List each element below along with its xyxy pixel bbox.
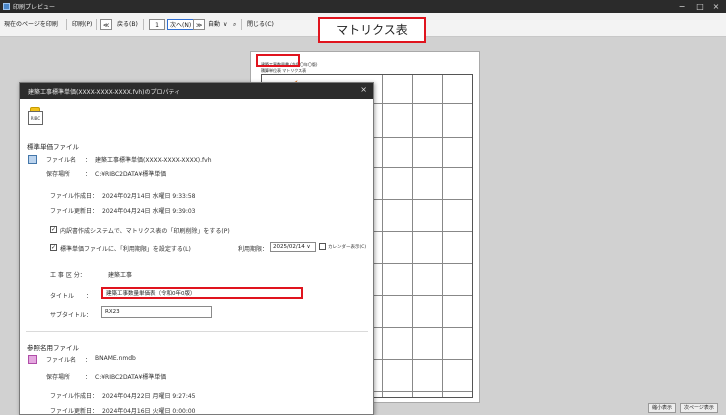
section-divider <box>26 331 368 332</box>
ref-created-value: 2024年04月22日 月曜日 9:27:45 <box>102 393 196 400</box>
updated-value: 2024年04月24日 水曜日 9:39:03 <box>102 208 196 215</box>
table-rule <box>442 75 443 397</box>
location-label: 保存場所 <box>46 171 71 178</box>
ref-created-label: ファイル作成日： <box>50 393 99 400</box>
expiry-date-select[interactable]: 2025/02/14 ∨ <box>270 242 316 252</box>
expiry-date-value: 2025/02/14 <box>273 244 305 250</box>
ref-file-section-title: 参照名用ファイル <box>27 344 79 352</box>
ref-file-name-label: ファイル名 <box>46 357 77 364</box>
calendar-checkbox[interactable] <box>319 243 326 250</box>
zoom-select[interactable]: 自動 <box>206 19 222 30</box>
toolbar-separator <box>143 19 144 30</box>
expiry-label: 利用期限： <box>238 246 269 253</box>
ref-file-icon <box>28 355 37 364</box>
chevron-down-icon[interactable]: ∨ <box>221 19 229 30</box>
calendar-label: カレンダー表示(C) <box>328 245 367 250</box>
title-label: タイトル <box>50 293 75 300</box>
toolbar-separator <box>66 19 67 30</box>
print-delete-label: 内訳書作成システムで、マトリクス表の「印刷削除」をする(P) <box>60 228 230 235</box>
minimize-button[interactable]: − <box>672 0 692 13</box>
ref-location-value: C:¥RIBC2DATA¥標準単価 <box>95 374 167 381</box>
header-highlight <box>256 54 300 67</box>
title-input[interactable]: 建築工事数量単価表（令和0年0版） <box>101 287 303 299</box>
app-icon <box>3 3 10 10</box>
toolbar-separator <box>96 19 97 30</box>
search-icon[interactable]: ⌕ <box>231 19 238 30</box>
created-label: ファイル作成日： <box>50 193 99 200</box>
std-file-section-title: 標準単価ファイル <box>27 143 79 151</box>
properties-dialog: 建築工事標準単価(XXXX-XXXX-XXXX.fvh)のプロパティ × RIB… <box>19 82 374 415</box>
ribc-file-icon: RIBC <box>28 107 44 125</box>
ref-file-name-value: BNAME.nmdb <box>95 355 136 362</box>
expiry-check-label: 標準単価ファイルに、「利用期限」を設定する(L) <box>60 246 191 253</box>
std-file-icon <box>28 155 37 164</box>
close-window-button[interactable]: × <box>706 0 726 13</box>
table-rule <box>412 75 413 397</box>
location-value: C:¥RIBC2DATA¥標準単価 <box>95 171 167 178</box>
dialog-titlebar: 建築工事標準単価(XXXX-XXXX-XXXX.fvh)のプロパティ × <box>20 83 373 99</box>
back-button[interactable]: 戻る(B) <box>115 19 140 30</box>
table-rule <box>382 75 383 397</box>
window-titlebar: 印刷プレビュー − □ × <box>0 0 726 13</box>
title-input-value: 建築工事数量単価表（令和0年0版） <box>106 291 196 297</box>
zoom-out-button[interactable]: 縮小表示 <box>648 403 677 413</box>
print-delete-checkbox[interactable]: ✓ <box>50 226 57 233</box>
next-page-view-button[interactable]: 次ページ表示 <box>680 403 718 413</box>
subtitle-input[interactable]: RX23 <box>101 306 212 318</box>
last-page-button[interactable]: ≫ <box>193 19 206 30</box>
expiry-checkbox[interactable]: ✓ <box>50 244 57 251</box>
matrix-callout: マトリクス表 <box>318 17 426 43</box>
ref-updated-value: 2024年04月16日 火曜日 0:00:00 <box>102 408 196 415</box>
work-type-value: 建築工事 <box>108 272 133 279</box>
dialog-title: 建築工事標準単価(XXXX-XXXX-XXXX.fvh)のプロパティ <box>28 89 181 96</box>
file-name-value: 建築工事標準単価(XXXX-XXXX-XXXX).fvh <box>95 157 212 164</box>
close-preview-button[interactable]: 閉じる(C) <box>245 19 276 30</box>
created-value: 2024年02月14日 水曜日 9:33:58 <box>102 193 196 200</box>
page-number-input[interactable]: 1 <box>149 19 165 30</box>
print-button[interactable]: 印刷(P) <box>70 19 94 30</box>
dialog-close-button[interactable]: × <box>360 85 367 94</box>
ref-updated-label: ファイル更新日： <box>50 408 99 415</box>
subtitle-label: サブタイトル： <box>50 312 93 319</box>
print-current-page-button[interactable]: 現在のページを印刷 <box>2 19 60 30</box>
toolbar-separator <box>241 19 242 30</box>
work-type-label: 工 事 区 分： <box>50 272 86 279</box>
ribc-icon-label: RIBC <box>28 111 43 125</box>
subtitle-input-value: RX23 <box>105 309 120 315</box>
file-name-label: ファイル名 <box>46 157 77 164</box>
ref-location-label: 保存場所 <box>46 374 71 381</box>
first-page-button[interactable]: ≪ <box>100 19 113 30</box>
window-title: 印刷プレビュー <box>13 4 56 11</box>
updated-label: ファイル更新日： <box>50 208 99 215</box>
next-button[interactable]: 次へ(N) <box>167 19 195 30</box>
